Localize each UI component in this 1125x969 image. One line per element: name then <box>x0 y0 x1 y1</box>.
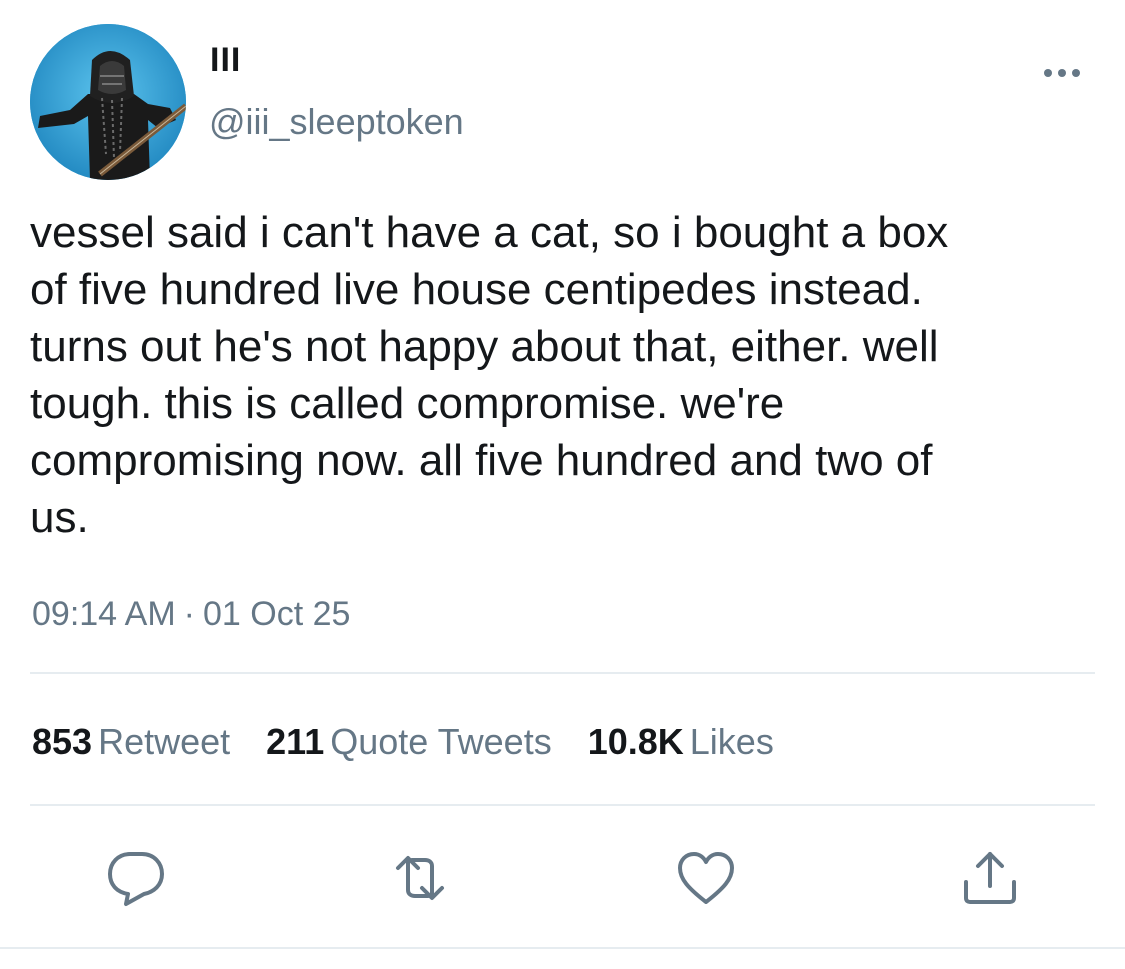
display-name[interactable]: III <box>210 40 241 80</box>
tweet-timestamp[interactable]: 09:14 AM · 01 Oct 25 <box>32 592 350 636</box>
heart-icon <box>678 852 734 904</box>
tweet-text: vessel said i can't have a cat, so i bou… <box>30 208 949 542</box>
meta-separator: · <box>183 595 195 633</box>
quote-tweet-count[interactable]: 211 Quote Tweets <box>266 718 552 766</box>
tweet-time: 09:14 AM <box>32 595 176 633</box>
divider <box>30 672 1095 674</box>
avatar[interactable] <box>30 24 186 180</box>
user-handle[interactable]: @iii_sleeptoken <box>209 100 464 144</box>
retweet-icon <box>396 856 444 900</box>
share-button[interactable] <box>958 846 1022 910</box>
engagement-stats: 853 Retweet 211 Quote Tweets 10.8K Likes <box>32 718 810 766</box>
reply-button[interactable] <box>104 846 168 910</box>
retweet-button[interactable] <box>388 846 452 910</box>
divider <box>30 804 1095 806</box>
more-options-button[interactable] <box>1038 58 1086 88</box>
share-icon <box>964 852 1016 904</box>
reply-icon <box>108 852 164 906</box>
tweet-date: 01 Oct 25 <box>202 595 351 633</box>
more-horizontal-icon <box>1044 69 1080 77</box>
bottom-divider <box>0 947 1125 949</box>
like-button[interactable] <box>674 846 738 910</box>
retweet-count[interactable]: 853 Retweet <box>32 718 230 766</box>
like-count[interactable]: 10.8K Likes <box>588 718 774 766</box>
